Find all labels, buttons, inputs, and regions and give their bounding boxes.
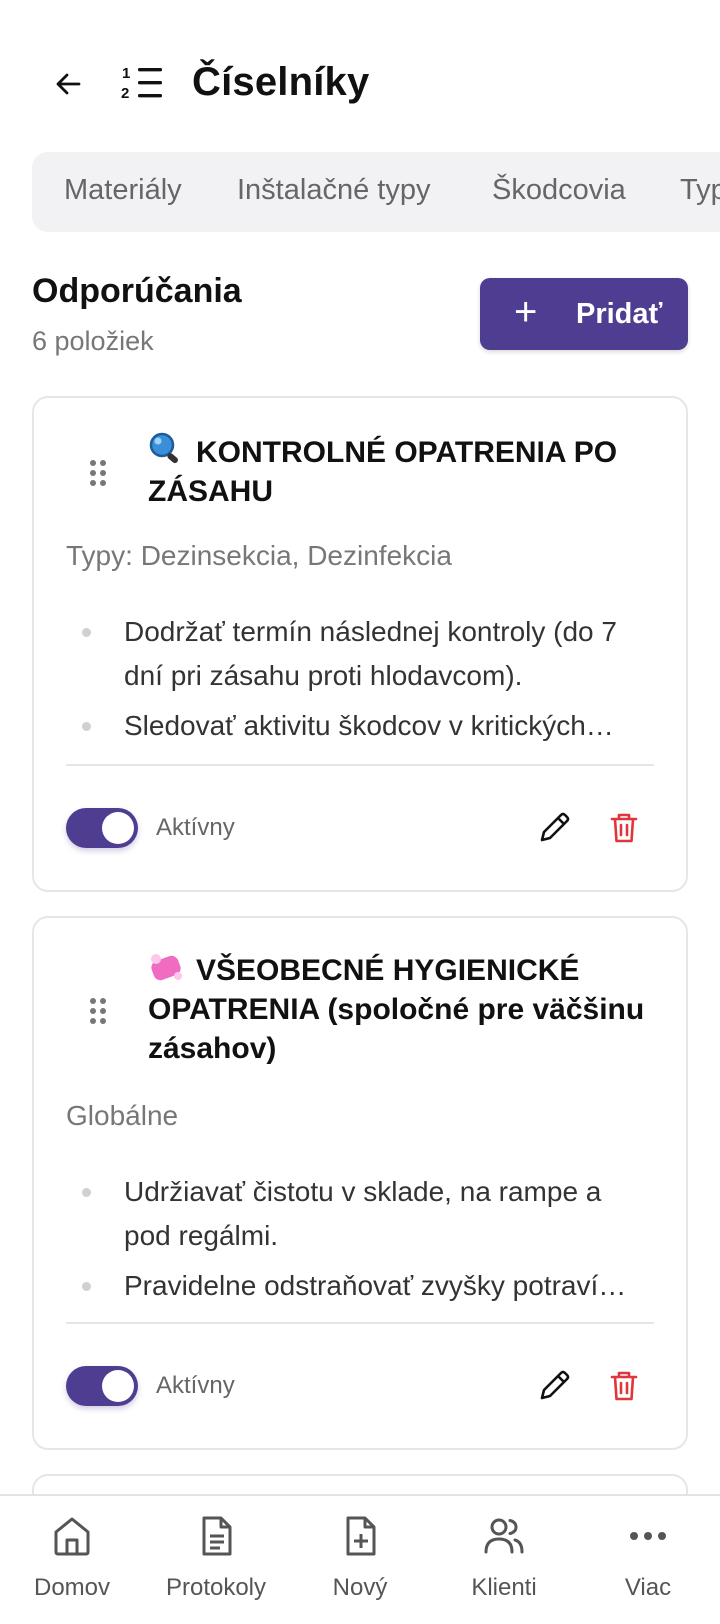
- more-dots-icon: [630, 1532, 666, 1540]
- list-item: Dodržať termín následnej kontroly (do 7 …: [66, 610, 654, 698]
- svg-text:1: 1: [122, 65, 130, 82]
- file-plus-icon: [346, 1516, 376, 1556]
- delete-button[interactable]: [604, 808, 644, 848]
- tab-typ[interactable]: Typ: [680, 174, 720, 207]
- svg-text:2: 2: [121, 85, 129, 102]
- soap-icon: [151, 954, 182, 981]
- card-items: Udržiavať čistotu v sklade, na rampe a p…: [66, 1170, 654, 1308]
- bottom-navigation: Domov Protokoly Nový Klienti Viac: [0, 1494, 720, 1624]
- tab-instalacne-typy[interactable]: Inštalačné typy: [237, 174, 430, 207]
- nav-novy[interactable]: Nový: [288, 1512, 432, 1622]
- trash-icon: [610, 1371, 638, 1401]
- status-label: Aktívny: [156, 814, 235, 841]
- document-icon: [202, 1516, 232, 1556]
- card-types: Typy: Dezinsekcia, Dezinfekcia: [66, 540, 452, 571]
- card-scope: Globálne: [66, 1100, 179, 1131]
- recommendation-card: VŠEOBECNÉ HYGIENICKÉ OPATRENIA (spoločné…: [32, 916, 688, 1450]
- nav-klienti[interactable]: Klienti: [432, 1512, 576, 1622]
- nav-domov[interactable]: Domov: [0, 1512, 144, 1622]
- edit-button[interactable]: [534, 1366, 574, 1406]
- active-toggle[interactable]: [66, 1366, 138, 1406]
- list-item: Sledovať aktivitu škodcov v kritických…: [66, 704, 654, 748]
- category-tabs: Materiály Inštalačné typy Škodcovia Typ: [32, 152, 720, 232]
- status-label: Aktívny: [156, 1372, 235, 1399]
- drag-handle-icon[interactable]: [90, 460, 108, 490]
- item-count: 6 položiek: [32, 326, 154, 356]
- trash-icon: [610, 813, 638, 843]
- edit-button[interactable]: [534, 808, 574, 848]
- recommendation-card: KONTROLNÉ OPATRENIA PO ZÁSAHU Typy: Dezi…: [32, 396, 688, 892]
- tab-skodcovia[interactable]: Škodcovia: [492, 174, 626, 207]
- pencil-icon: [540, 1370, 570, 1400]
- drag-handle-icon[interactable]: [90, 998, 108, 1028]
- nav-protokoly[interactable]: Protokoly: [144, 1512, 288, 1622]
- pencil-icon: [540, 812, 570, 842]
- page-title: Číselníky: [192, 60, 370, 104]
- divider: [66, 764, 654, 766]
- active-toggle[interactable]: [66, 808, 138, 848]
- back-button[interactable]: [48, 64, 88, 104]
- card-title: VŠEOBECNÉ HYGIENICKÉ OPATRENIA (spoločné…: [148, 950, 662, 1068]
- arrow-left-icon: [56, 73, 81, 95]
- nav-viac[interactable]: Viac: [576, 1512, 720, 1622]
- numbered-list-icon: 1 2: [121, 65, 162, 102]
- delete-button[interactable]: [604, 1366, 644, 1406]
- divider: [66, 1322, 654, 1324]
- list-item: Udržiavať čistotu v sklade, na rampe a p…: [66, 1170, 654, 1258]
- card-items: Dodržať termín následnej kontroly (do 7 …: [66, 610, 654, 748]
- section-title: Odporúčania: [32, 272, 242, 310]
- plus-icon: +: [514, 290, 538, 334]
- home-icon: [54, 1517, 90, 1556]
- add-button-label: Pridať: [576, 298, 663, 330]
- users-icon: [484, 1518, 524, 1554]
- list-item: Pravidelne odstraňovať zvyšky potraví…: [66, 1264, 654, 1308]
- magnifying-glass-icon: [149, 432, 178, 464]
- tab-materialy[interactable]: Materiály: [64, 174, 182, 207]
- card-title: KONTROLNÉ OPATRENIA PO ZÁSAHU: [148, 432, 662, 511]
- add-button[interactable]: + Pridať: [480, 278, 688, 350]
- card-title-text: KONTROLNÉ OPATRENIA PO ZÁSAHU: [148, 436, 618, 508]
- app-header: 1 2 Číselníky: [0, 0, 720, 150]
- card-title-text: VŠEOBECNÉ HYGIENICKÉ OPATRENIA (spoločné…: [148, 954, 645, 1065]
